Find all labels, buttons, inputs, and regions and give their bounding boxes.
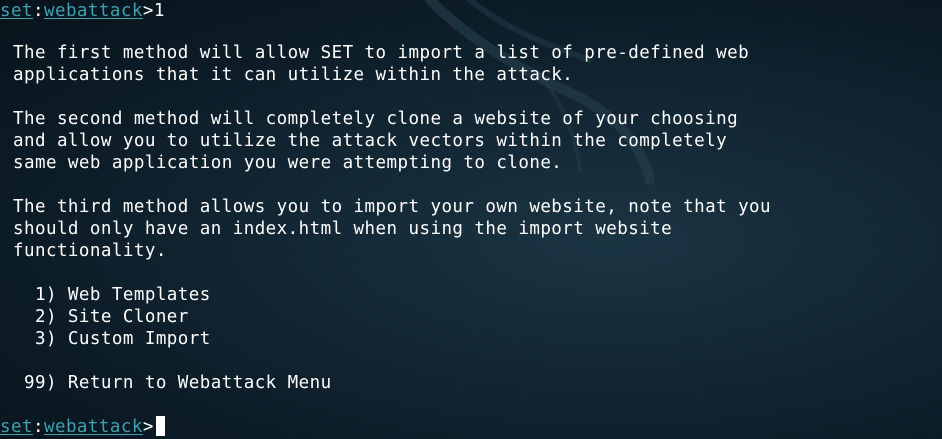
active-prompt-line[interactable]: set:webattack>	[0, 416, 165, 438]
prompt-arrow: >	[142, 417, 154, 437]
method-description-line: and allow you to utilize the attack vect…	[13, 131, 728, 151]
method-description-line: functionality.	[13, 241, 167, 261]
method-description-line: should only have an index.html when usin…	[13, 219, 673, 239]
prompt-module: webattack	[43, 417, 143, 437]
method-description-line: The third method allows you to import yo…	[13, 197, 772, 217]
method-description-line: applications that it can utilize within …	[13, 65, 574, 85]
prompt-arrow: >	[142, 1, 154, 21]
menu-option-return: 99) Return to Webattack Menu	[13, 373, 332, 393]
prompt-separator: :	[32, 417, 44, 437]
menu-option-site-cloner: 2) Site Cloner	[13, 307, 189, 327]
method-description-line: The second method will completely clone …	[13, 109, 739, 129]
prompt-set: set	[0, 1, 33, 21]
prompt-separator: :	[32, 1, 44, 21]
menu-option-custom-import: 3) Custom Import	[13, 329, 211, 349]
menu-option-web-templates: 1) Web Templates	[13, 285, 211, 305]
method-description-line: same web application you were attempting…	[13, 153, 563, 173]
prompt-set: set	[0, 417, 33, 437]
command-input: 1	[153, 1, 165, 21]
text-cursor[interactable]	[155, 416, 165, 436]
prompt-module: webattack	[43, 1, 143, 21]
terminal-window[interactable]: set:webattack>1 The first method will al…	[0, 0, 942, 439]
command-prompt-line: set:webattack>1	[0, 0, 165, 22]
method-description-line: The first method will allow SET to impor…	[13, 43, 750, 63]
